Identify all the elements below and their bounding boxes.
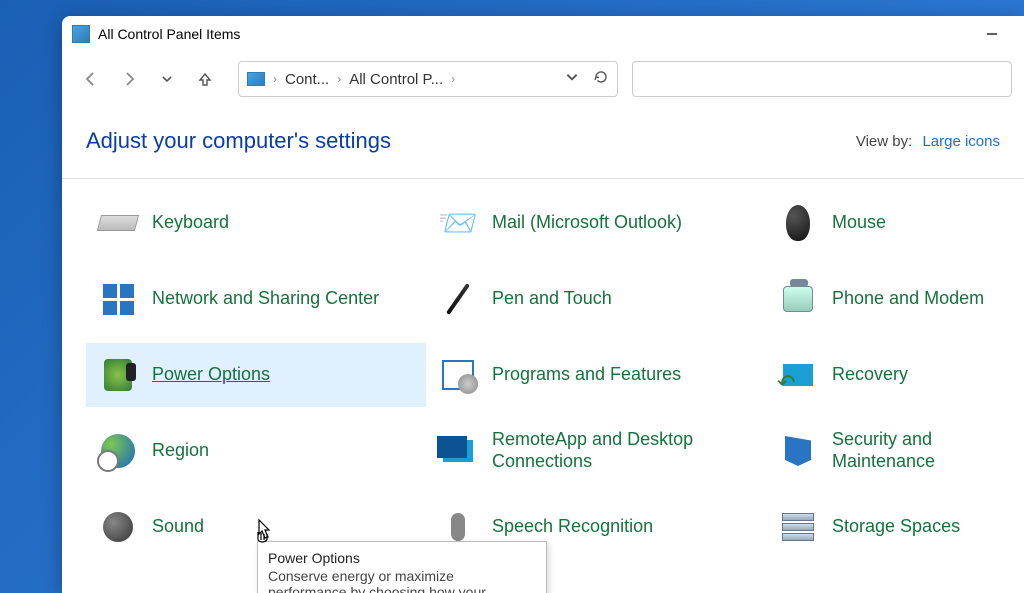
tooltip-title: Power Options <box>268 550 536 566</box>
cpl-item-label: Keyboard <box>152 212 229 234</box>
cpl-item-network-and-sharing-center[interactable]: Network and Sharing Center <box>86 267 426 331</box>
view-by-label: View by: <box>856 133 912 150</box>
cpl-item-programs-and-features[interactable]: Programs and Features <box>426 343 766 407</box>
minimize-button[interactable] <box>969 19 1014 49</box>
storage-icon <box>778 507 818 547</box>
refresh-button[interactable] <box>593 69 609 89</box>
back-button[interactable] <box>74 62 108 96</box>
power-icon <box>98 355 138 395</box>
chevron-down-icon[interactable] <box>565 70 579 88</box>
window-title: All Control Panel Items <box>98 26 240 42</box>
address-bar[interactable]: › Cont... › All Control P... › <box>238 61 618 97</box>
sound-icon <box>98 507 138 547</box>
titlebar[interactable]: All Control Panel Items <box>62 16 1024 52</box>
cpl-item-region[interactable]: Region <box>86 419 426 483</box>
cpl-item-label: Security and Maintenance <box>832 429 988 472</box>
breadcrumb-seg-2[interactable]: All Control P... <box>349 71 443 88</box>
control-panel-window: All Control Panel Items › Cont... › All … <box>62 16 1024 593</box>
up-button[interactable] <box>188 62 222 96</box>
cpl-item-security-and-maintenance[interactable]: Security and Maintenance <box>766 419 1000 483</box>
cpl-item-label: Mouse <box>832 212 886 234</box>
control-panel-icon <box>247 72 265 86</box>
cpl-item-remoteapp-and-desktop-connections[interactable]: RemoteApp and Desktop Connections <box>426 419 766 483</box>
chevron-right-icon[interactable]: › <box>451 72 455 86</box>
cpl-item-mouse[interactable]: Mouse <box>766 191 1000 255</box>
cpl-item-label: Mail (Microsoft Outlook) <box>492 212 682 234</box>
tooltip-body: Conserve energy or maximize performance … <box>268 568 536 593</box>
forward-button[interactable] <box>112 62 146 96</box>
cpl-item-label: Sound <box>152 516 204 538</box>
cpl-item-label: Speech Recognition <box>492 516 653 538</box>
remote-icon <box>438 431 478 471</box>
region-icon <box>98 431 138 471</box>
app-icon <box>72 25 90 43</box>
mail-icon: 📨 <box>438 203 478 243</box>
cpl-item-pen-and-touch[interactable]: Pen and Touch <box>426 267 766 331</box>
cpl-item-keyboard[interactable]: Keyboard <box>86 191 426 255</box>
cpl-item-label: Recovery <box>832 364 908 386</box>
page-title: Adjust your computer's settings <box>86 128 391 154</box>
cpl-item-label: RemoteApp and Desktop Connections <box>492 429 754 472</box>
cpl-item-label: Pen and Touch <box>492 288 612 310</box>
cpl-item-power-options[interactable]: Power Options <box>86 343 426 407</box>
cpl-item-label: Storage Spaces <box>832 516 960 538</box>
divider <box>62 178 1024 179</box>
view-by-dropdown[interactable]: Large icons <box>922 133 1000 150</box>
items-grid: Keyboard 📨 Mail (Microsoft Outlook) Mouse Ne… <box>86 191 1000 559</box>
security-icon <box>778 431 818 471</box>
view-by: View by: Large icons <box>856 133 1000 150</box>
pen-icon <box>438 279 478 319</box>
chevron-right-icon[interactable]: › <box>273 72 277 86</box>
phone-icon <box>778 279 818 319</box>
cpl-item-label: Programs and Features <box>492 364 681 386</box>
cpl-item-mail-microsoft-outlook[interactable]: 📨 Mail (Microsoft Outlook) <box>426 191 766 255</box>
chevron-right-icon[interactable]: › <box>337 72 341 86</box>
cpl-item-phone-and-modem[interactable]: Phone and Modem <box>766 267 1000 331</box>
cpl-item-label: Region <box>152 440 209 462</box>
cpl-item-recovery[interactable]: Recovery <box>766 343 1000 407</box>
mouse-icon <box>778 203 818 243</box>
network-icon <box>98 279 138 319</box>
cpl-item-label: Power Options <box>152 364 270 386</box>
search-input[interactable] <box>632 61 1012 97</box>
nav-toolbar: › Cont... › All Control P... › <box>62 52 1024 106</box>
recovery-icon <box>778 355 818 395</box>
cpl-item-storage-spaces[interactable]: Storage Spaces <box>766 495 1000 559</box>
cpl-item-label: Phone and Modem <box>832 288 984 310</box>
keyboard-icon <box>98 203 138 243</box>
cpl-item-label: Network and Sharing Center <box>152 288 379 310</box>
tooltip: Power Options Conserve energy or maximiz… <box>257 541 547 593</box>
history-dropdown[interactable] <box>150 62 184 96</box>
programs-icon <box>438 355 478 395</box>
breadcrumb-seg-1[interactable]: Cont... <box>285 71 329 88</box>
